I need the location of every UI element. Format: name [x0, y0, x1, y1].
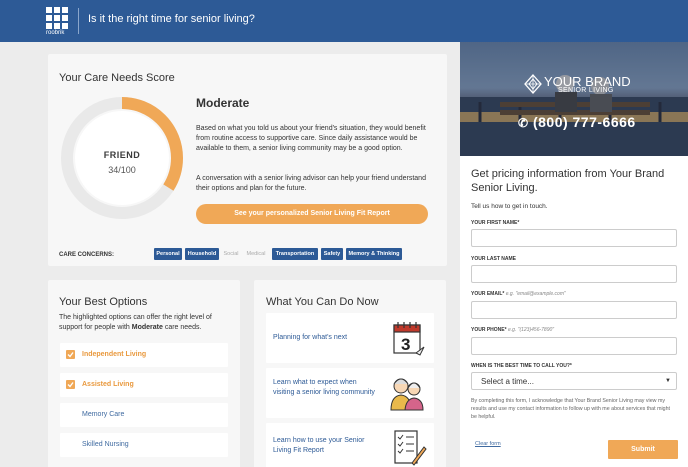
- last-name-input[interactable]: [471, 265, 677, 283]
- gauge-score: 34/100: [108, 165, 136, 175]
- score-paragraph-1: Based on what you told us about your fri…: [196, 125, 426, 152]
- email-hint: e.g. "email@example.com": [505, 291, 566, 297]
- call-time-label: WHEN IS THE BEST TIME TO CALL YOU?*: [471, 363, 572, 369]
- clear-form-link[interactable]: Clear form: [475, 441, 501, 447]
- phone-hint: e.g. "(123)456-7890": [507, 327, 555, 333]
- pricing-form: Get pricing information from Your Brand …: [460, 156, 688, 467]
- concern-tag-memory-thinking: Memory & Thinking: [346, 248, 402, 260]
- roobrik-logo[interactable]: roobrik: [46, 7, 70, 36]
- call-time-select[interactable]: Select a time... ▼: [471, 372, 677, 390]
- first-name-input[interactable]: [471, 229, 677, 247]
- action-visiting[interactable]: Learn what to expect when visiting a sen…: [266, 368, 434, 418]
- call-time-value: Select a time...: [481, 377, 534, 386]
- gauge-relation: FRIEND: [103, 150, 141, 160]
- options-title: Your Best Options: [59, 296, 148, 308]
- last-name-label: YOUR LAST NAME: [471, 256, 516, 262]
- action-planning[interactable]: Planning for what's next 3: [266, 313, 434, 363]
- score-paragraph-2: A conversation with a senior living advi…: [196, 175, 426, 192]
- chevron-down-icon: ▼: [665, 378, 671, 384]
- option-label: Skilled Nursing: [82, 441, 129, 448]
- page-title: Is it the right time for senior living?: [88, 13, 255, 25]
- score-card-title: Your Care Needs Score: [59, 72, 175, 84]
- phone-icon: ✆: [518, 116, 529, 130]
- option-label: Memory Care: [82, 411, 125, 418]
- concern-tag-medical: Medical: [243, 248, 269, 260]
- checklist-icon: [394, 430, 427, 466]
- form-subtitle: Tell us how to get in touch.: [471, 203, 548, 210]
- logo-grid-icon: [46, 7, 70, 29]
- cando-title: What You Can Do Now: [266, 296, 379, 308]
- phone-label-text: YOUR PHONE*: [471, 327, 507, 333]
- fit-report-button[interactable]: See your personalized Senior Living Fit …: [196, 204, 428, 224]
- email-input[interactable]: [471, 301, 677, 319]
- option-label: Assisted Living: [82, 381, 134, 388]
- brand-logo-icon: [524, 74, 542, 94]
- option-label: Independent Living: [82, 351, 147, 358]
- email-label: YOUR EMAIL* e.g. "email@example.com": [471, 291, 566, 297]
- form-title: Get pricing information from Your Brand …: [471, 168, 665, 194]
- care-concerns-label: CARE CONCERNS:: [59, 252, 115, 258]
- brand-photo-banner: YOUR BRAND SENIOR LIVING ✆ (800) 777-666…: [460, 42, 688, 156]
- options-desc-level: Moderate: [131, 324, 163, 331]
- option-skilled-nursing[interactable]: Skilled Nursing: [60, 433, 228, 457]
- concern-tag-safety: Safety: [321, 248, 343, 260]
- photo-overlay: [460, 42, 688, 156]
- concern-tag-transportation: Transportation: [272, 248, 318, 260]
- score-level: Moderate: [196, 96, 250, 110]
- action-fit-report[interactable]: Learn how to use your Senior Living Fit …: [266, 423, 434, 467]
- phone-input[interactable]: [471, 337, 677, 355]
- phone-label: YOUR PHONE* e.g. "(123)456-7890": [471, 327, 554, 333]
- calendar-icon: 3: [393, 322, 425, 356]
- brand-phone[interactable]: ✆ (800) 777-6666: [518, 114, 636, 130]
- concern-tag-personal: Personal: [154, 248, 182, 260]
- options-description: The highlighted options can offer the ri…: [59, 313, 235, 333]
- action-label: Learn what to expect when visiting a sen…: [273, 379, 375, 396]
- svg-text:3: 3: [401, 335, 410, 354]
- logo-text: roobrik: [46, 30, 65, 36]
- checkmark-icon: [67, 382, 74, 388]
- phone-number: (800) 777-6666: [532, 114, 636, 130]
- seniors-icon: [390, 378, 424, 411]
- checkmark-icon: [67, 352, 74, 358]
- concern-tag-household: Household: [185, 248, 219, 260]
- brand-subtitle: SENIOR LIVING: [558, 87, 614, 94]
- submit-button[interactable]: Submit: [608, 440, 678, 459]
- best-options-card: Your Best Options The highlighted option…: [48, 280, 240, 467]
- checkbox-icon[interactable]: [66, 410, 75, 419]
- what-you-can-do-card: What You Can Do Now Planning for what's …: [254, 280, 446, 467]
- checkbox-icon[interactable]: [66, 440, 75, 449]
- options-desc-tail: care needs.: [162, 324, 202, 331]
- top-bar: roobrik Is it the right time for senior …: [0, 0, 688, 42]
- option-memory-care[interactable]: Memory Care: [60, 403, 228, 427]
- care-needs-score-card: Your Care Needs Score FRIEND 34/100 Mode…: [48, 54, 447, 266]
- email-label-text: YOUR EMAIL*: [471, 291, 505, 297]
- checkbox-icon[interactable]: [66, 380, 75, 389]
- action-label: Learn how to use your Senior Living Fit …: [273, 437, 365, 454]
- consent-text: By completing this form, I acknowledge t…: [471, 398, 671, 420]
- checkbox-icon[interactable]: [66, 350, 75, 359]
- header-divider: [78, 8, 79, 34]
- action-label: Planning for what's next: [273, 334, 348, 341]
- option-independent-living[interactable]: Independent Living: [60, 343, 228, 367]
- first-name-label: YOUR FIRST NAME*: [471, 220, 520, 226]
- option-assisted-living[interactable]: Assisted Living: [60, 373, 228, 397]
- concern-tag-social: Social: [221, 248, 241, 260]
